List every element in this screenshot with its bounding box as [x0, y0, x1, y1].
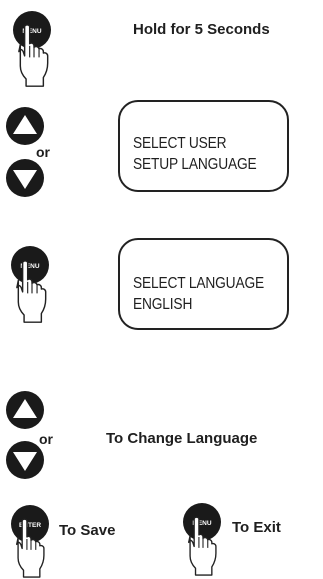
- step-2: or SELECT USER SETUP LANGUAGE: [0, 100, 323, 210]
- down-arrow-button-icon[interactable]: [5, 158, 45, 198]
- lcd-display: SELECT USER SETUP LANGUAGE: [118, 100, 289, 192]
- lcd-line-2: SETUP LANGUAGE: [133, 156, 257, 173]
- lcd-line-1: SELECT LANGUAGE: [133, 275, 265, 292]
- up-arrow-button-icon[interactable]: [5, 390, 45, 430]
- step-5: ENTER To Save MENU To Exit: [0, 498, 323, 579]
- menu-button-icon[interactable]: MENU: [178, 500, 228, 576]
- menu-button-icon[interactable]: MENU: [8, 8, 58, 88]
- lcd-display: SELECT LANGUAGE ENGLISH: [118, 238, 289, 330]
- lcd-line-2: ENGLISH: [133, 296, 193, 313]
- step-4: or To Change Language: [0, 390, 323, 490]
- step-3: MENU SELECT LANGUAGE ENGLISH: [0, 238, 323, 330]
- lcd-line-1: SELECT USER: [133, 135, 227, 152]
- instruction-hold: Hold for 5 Seconds: [133, 21, 270, 38]
- menu-button-icon[interactable]: MENU: [6, 243, 56, 333]
- save-label: To Save: [59, 522, 116, 539]
- instruction-change-language: To Change Language: [106, 430, 258, 447]
- enter-button-icon[interactable]: ENTER: [6, 502, 56, 578]
- exit-label: To Exit: [232, 519, 281, 536]
- step-1: MENU Hold for 5 Seconds: [0, 0, 323, 87]
- down-arrow-button-icon[interactable]: [5, 440, 45, 480]
- up-arrow-button-icon[interactable]: [5, 106, 45, 146]
